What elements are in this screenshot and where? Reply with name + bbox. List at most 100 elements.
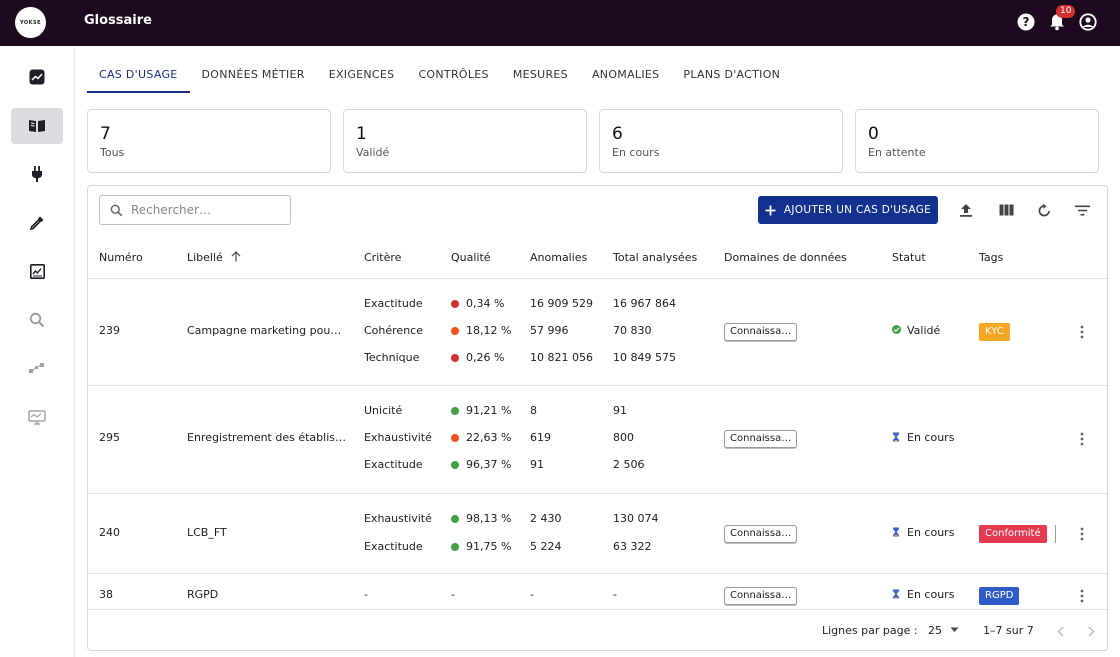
sidebar-item-connectors[interactable] <box>11 156 63 192</box>
summary-cards: 7 Tous 1 Validé 6 En cours 0 En attente <box>87 109 1099 173</box>
status-label: Validé <box>907 324 941 337</box>
tab-anomalies[interactable]: ANOMALIES <box>580 62 671 93</box>
row-total: 800 <box>613 431 634 444</box>
status-label: En cours <box>907 431 955 444</box>
column-header-total[interactable]: Total analysées <box>613 251 697 264</box>
row-total: 63 322 <box>613 540 652 553</box>
domain-chip[interactable]: Connaissa… <box>724 430 798 448</box>
row-numero: 240 <box>99 526 120 539</box>
rows-per-page-value: 25 <box>928 624 942 637</box>
row-total: 91 <box>613 404 627 417</box>
quality-value: 18,12 % <box>466 324 512 337</box>
summary-label: Validé <box>356 146 390 159</box>
status-dot-green <box>451 461 459 469</box>
tag-kyc[interactable]: KYC <box>979 323 1010 341</box>
tab-plans-action[interactable]: PLANS D'ACTION <box>671 62 792 93</box>
tab-donnees-metier[interactable]: DONNÉES MÉTIER <box>190 62 317 93</box>
row-qualite: 0,26 % <box>451 351 504 364</box>
sort-arrow-up-icon[interactable] <box>231 251 241 262</box>
table-row[interactable]: 240 LCB_FT Exhaustivité Exactitude 98,13… <box>88 494 1107 574</box>
sidebar-item-glossary[interactable] <box>11 108 63 144</box>
sidebar-item-quality[interactable] <box>11 205 63 241</box>
status-dot-orange <box>451 327 459 335</box>
summary-card-en-cours[interactable]: 6 En cours <box>599 109 843 173</box>
summary-card-tous[interactable]: 7 Tous <box>87 109 331 173</box>
row-qualite: 91,75 % <box>451 540 511 553</box>
row-statut: Validé <box>892 324 940 337</box>
column-header-numero[interactable]: Numéro <box>99 251 143 264</box>
next-page-icon[interactable] <box>1083 621 1099 641</box>
tag-rgpd[interactable]: RGPD <box>979 587 1020 605</box>
sidebar-item-search[interactable] <box>11 302 63 338</box>
refresh-icon[interactable] <box>1034 200 1054 220</box>
row-statut: En cours <box>892 526 954 539</box>
row-qualite: 22,63 % <box>451 431 511 444</box>
domain-chip[interactable]: Connaissa… <box>724 587 798 605</box>
notifications-bell-icon[interactable]: 10 <box>1047 5 1076 33</box>
row-numero: 239 <box>99 324 120 337</box>
quality-value: 0,34 % <box>466 297 505 310</box>
tag-conformite[interactable]: Conformité <box>979 525 1047 543</box>
column-header-qualite[interactable]: Qualité <box>451 251 491 264</box>
sidebar-item-dashboard[interactable] <box>11 59 63 95</box>
columns-icon[interactable] <box>996 200 1016 220</box>
chevron-down-icon <box>950 627 958 632</box>
summary-card-en-attente[interactable]: 0 En attente <box>855 109 1099 173</box>
rows-per-page-select[interactable]: 25 <box>928 624 959 637</box>
quality-value: 91,75 % <box>466 540 512 553</box>
status-label: En cours <box>907 526 955 539</box>
column-header-domaines[interactable]: Domaines de données <box>724 251 847 264</box>
book-icon <box>29 120 45 132</box>
row-critere: Unicité <box>364 404 403 417</box>
trending-chart-icon <box>29 69 45 85</box>
summary-card-valide[interactable]: 1 Validé <box>343 109 587 173</box>
export-icon[interactable] <box>956 200 976 220</box>
use-cases-table-panel: AJOUTER UN CAS D'USAGE Numéro Libellé Cr… <box>87 185 1108 651</box>
more-options-icon[interactable] <box>1074 586 1090 606</box>
pipette-icon <box>29 216 44 231</box>
column-header-statut[interactable]: Statut <box>892 251 926 264</box>
tab-exigences[interactable]: EXIGENCES <box>317 62 407 93</box>
help-icon[interactable]: ? <box>1016 11 1036 33</box>
tab-bar: CAS D'USAGE DONNÉES MÉTIER EXIGENCES CON… <box>87 62 792 93</box>
status-label: En cours <box>907 588 955 601</box>
row-anomalies: 5 224 <box>530 540 562 553</box>
add-use-case-button[interactable]: AJOUTER UN CAS D'USAGE <box>758 196 938 224</box>
filter-icon[interactable] <box>1072 200 1092 220</box>
table-row[interactable]: 239 Campagne marketing pou… Exactitude C… <box>88 279 1107 386</box>
row-total: 70 830 <box>613 324 652 337</box>
tab-mesures[interactable]: MESURES <box>501 62 580 93</box>
quality-value: 98,13 % <box>466 512 512 525</box>
domain-chip[interactable]: Connaissa… <box>724 323 798 341</box>
sidebar-item-lineage[interactable] <box>11 351 63 387</box>
account-icon[interactable] <box>1078 11 1098 33</box>
row-total: - <box>613 588 617 601</box>
search-input[interactable] <box>131 203 281 217</box>
more-options-icon[interactable] <box>1074 524 1090 544</box>
domain-chip[interactable]: Connaissa… <box>724 525 798 543</box>
table-row[interactable]: 295 Enregistrement des établis… Unicité … <box>88 386 1107 494</box>
status-dot-green <box>451 515 459 523</box>
lineage-icon <box>29 363 44 373</box>
table-row[interactable]: 38 RGPD - - - - Connaissa… En cours RGPD <box>88 574 1107 614</box>
row-statut: En cours <box>892 588 954 601</box>
row-anomalies: 16 909 529 <box>530 297 593 310</box>
column-header-libelle[interactable]: Libellé <box>187 251 241 264</box>
previous-page-icon[interactable] <box>1052 621 1068 641</box>
row-critere: Cohérence <box>364 324 423 337</box>
status-dot-green <box>451 543 459 551</box>
company-logo[interactable]: YOKSE <box>15 7 46 38</box>
column-header-anomalies[interactable]: Anomalies <box>530 251 587 264</box>
row-critere: - <box>364 588 368 601</box>
sidebar-item-monitoring[interactable] <box>11 400 63 436</box>
row-critere: Exactitude <box>364 458 423 471</box>
sidebar-item-reports[interactable] <box>11 253 63 289</box>
summary-label: Tous <box>100 146 125 159</box>
more-options-icon[interactable] <box>1074 429 1090 449</box>
quality-value: 91,21 % <box>466 404 512 417</box>
tab-cas-usage[interactable]: CAS D'USAGE <box>87 62 190 93</box>
tab-controles[interactable]: CONTRÔLES <box>406 62 500 93</box>
column-header-critere[interactable]: Critère <box>364 251 401 264</box>
column-header-tags[interactable]: Tags <box>979 251 1003 264</box>
more-options-icon[interactable] <box>1074 322 1090 342</box>
